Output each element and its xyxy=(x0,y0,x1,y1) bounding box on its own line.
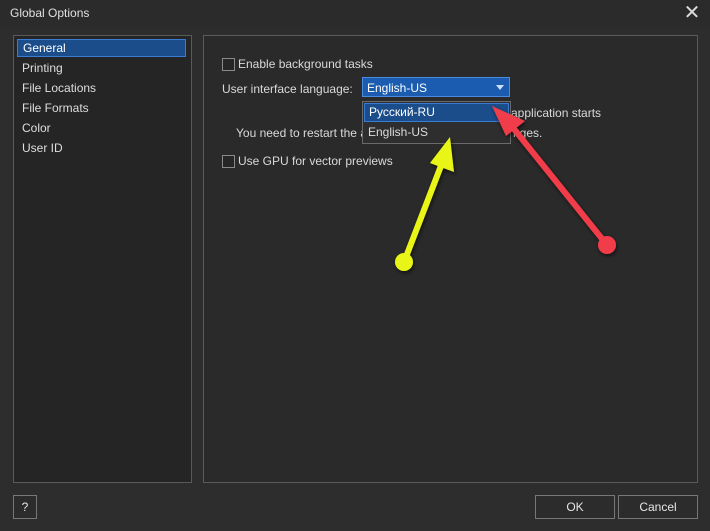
option-label: Русский-RU xyxy=(369,105,435,119)
ok-button[interactable]: OK xyxy=(535,495,615,519)
restart-note-start: You need to restart the a xyxy=(236,126,367,140)
sidebar-item-label: Printing xyxy=(22,61,63,75)
sidebar-item-printing[interactable]: Printing xyxy=(17,59,186,77)
language-select[interactable]: English-US xyxy=(362,77,510,97)
sidebar-item-label: File Locations xyxy=(22,81,97,95)
sidebar-item-label: General xyxy=(23,41,66,55)
option-label: English-US xyxy=(368,125,429,139)
sidebar-item-file-formats[interactable]: File Formats xyxy=(17,99,186,117)
gpu-previews-checkbox[interactable] xyxy=(222,155,235,168)
sidebar-item-file-locations[interactable]: File Locations xyxy=(17,79,186,97)
language-dropdown-list: Русский-RU English-US xyxy=(362,101,511,144)
help-button-label: ? xyxy=(21,500,29,514)
sidebar-item-user-id[interactable]: User ID xyxy=(17,139,186,157)
title-bar: Global Options ✕ xyxy=(0,0,710,28)
sidebar-item-label: File Formats xyxy=(22,101,89,115)
general-settings-panel: Enable background tasks User interface l… xyxy=(203,35,698,483)
sidebar-item-color[interactable]: Color xyxy=(17,119,186,137)
restart-note-tail: application starts xyxy=(511,106,602,120)
sidebar-item-general[interactable]: General xyxy=(17,39,186,57)
background-tasks-checkbox[interactable] xyxy=(222,58,235,71)
close-icon[interactable]: ✕ xyxy=(680,1,704,25)
sidebar-item-label: User ID xyxy=(22,141,63,155)
cancel-button-label: Cancel xyxy=(639,500,677,514)
language-option-en[interactable]: English-US xyxy=(364,123,509,142)
gpu-previews-label: Use GPU for vector previews xyxy=(238,154,393,168)
sidebar-item-label: Color xyxy=(22,121,51,135)
chevron-down-icon xyxy=(496,85,504,90)
restart-note-end: nges. xyxy=(513,126,543,140)
language-label: User interface language: xyxy=(222,82,353,96)
cancel-button[interactable]: Cancel xyxy=(618,495,698,519)
dialog-title: Global Options xyxy=(10,6,90,20)
ok-button-label: OK xyxy=(566,500,584,514)
help-button[interactable]: ? xyxy=(13,495,37,519)
background-tasks-label: Enable background tasks xyxy=(238,57,373,71)
global-options-dialog: Global Options ✕ General Printing File L… xyxy=(0,0,710,531)
language-option-ru[interactable]: Русский-RU xyxy=(364,103,509,122)
options-sidebar: General Printing File Locations File For… xyxy=(13,35,192,483)
language-select-value: English-US xyxy=(367,81,428,95)
